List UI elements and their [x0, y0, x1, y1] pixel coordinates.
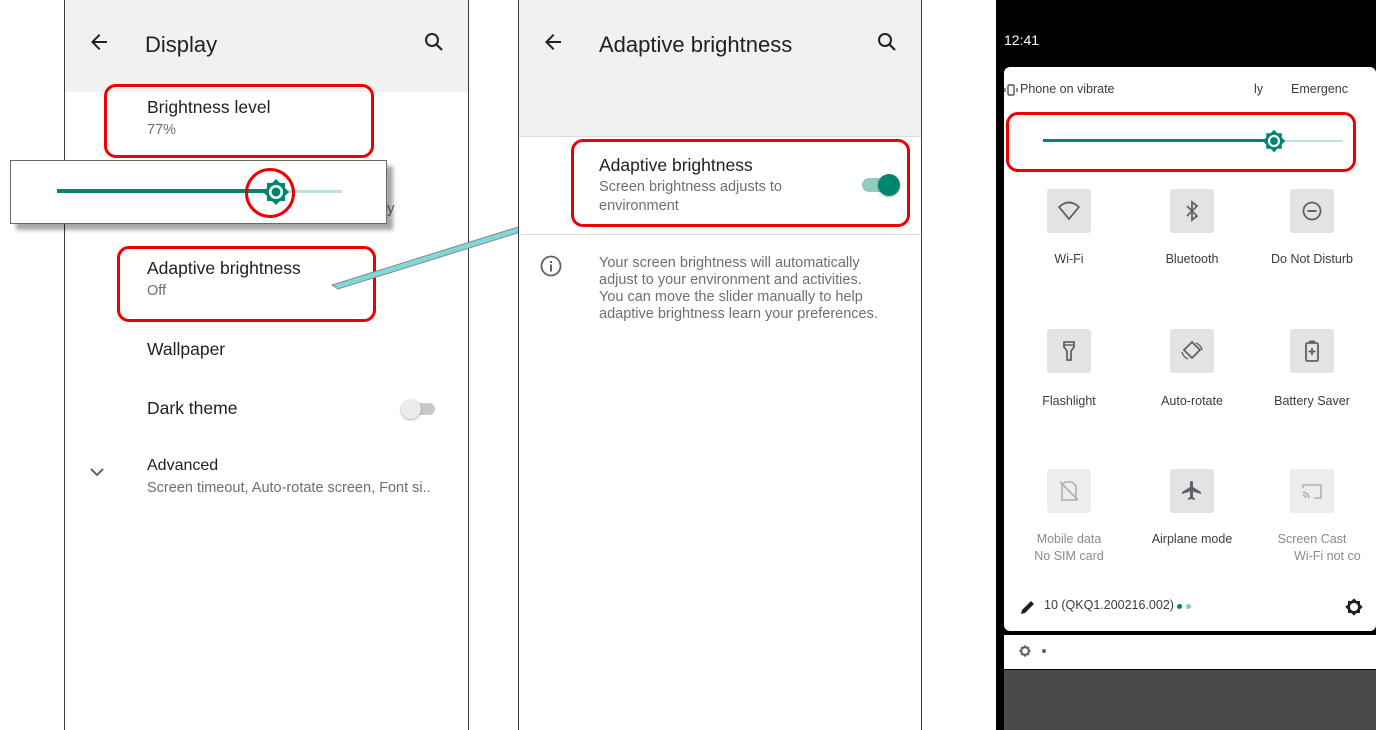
auto-rotate-icon [1181, 340, 1203, 360]
bluetooth-tile[interactable] [1170, 189, 1214, 233]
wifi-icon [1057, 201, 1081, 221]
airplane-mode-tile[interactable] [1170, 469, 1214, 513]
adaptive-brightness-toggle[interactable] [862, 174, 902, 196]
info-line-3: You can move the slider manually to help [599, 289, 863, 305]
advanced-subtitle: Screen timeout, Auto-rotate screen, Font… [147, 480, 431, 496]
quick-settings-screen: 12:41 Phone on vibrate ly Emergenc Wi-Fi… [996, 0, 1376, 730]
search-icon[interactable] [875, 30, 899, 54]
vibrate-icon [1004, 84, 1018, 96]
battery-saver-icon [1305, 340, 1319, 362]
adaptive-row-sub-2: environment [599, 198, 679, 214]
notification-gear-icon [1018, 644, 1032, 658]
info-icon [540, 255, 562, 277]
status-time: 12:41 [1004, 32, 1040, 48]
back-arrow-icon[interactable] [541, 30, 565, 54]
annotation-slider-thumb [245, 168, 295, 218]
display-settings-screen: Display Brightness level 77% y Adaptive … [64, 0, 469, 730]
mobile-data-label: Mobile data [1036, 532, 1102, 546]
info-line-1: Your screen brightness will automaticall… [599, 255, 860, 271]
wifi-label: Wi-Fi [1054, 252, 1084, 266]
edit-pencil-icon[interactable] [1018, 597, 1038, 617]
back-arrow-icon[interactable] [87, 30, 111, 54]
advanced-title: Advanced [147, 457, 219, 474]
notification-dot [1042, 649, 1046, 653]
dnd-label: Do Not Disturb [1271, 252, 1353, 266]
bluetooth-label: Bluetooth [1165, 252, 1219, 266]
emergency-fragment-1: ly [1254, 82, 1264, 96]
info-line-4: adaptive brightness learn your preferenc… [599, 306, 878, 322]
qs-brightness-slider[interactable] [1043, 128, 1343, 154]
brightness-slider[interactable] [57, 179, 342, 205]
autorotate-tile[interactable] [1170, 329, 1214, 373]
do-not-disturb-icon [1302, 201, 1322, 221]
wallpaper-item[interactable]: Wallpaper [147, 339, 225, 360]
adaptive-row-title: Adaptive brightness [599, 155, 753, 175]
brightness-level-value: 77% [147, 122, 177, 138]
mobile-data-sublabel: No SIM card [1034, 549, 1104, 563]
slider-track-active [57, 189, 276, 193]
info-line-2: adjust to your environment and activitie… [599, 272, 862, 288]
chevron-down-icon[interactable] [87, 465, 107, 481]
emergency-fragment-2[interactable]: Emergenc [1291, 82, 1348, 96]
adaptive-app-bar: Adaptive brightness [519, 0, 921, 92]
display-app-bar: Display [65, 0, 468, 92]
divider [519, 234, 921, 235]
brightness-level-title: Brightness level [147, 97, 271, 117]
adaptive-brightness-value: Off [147, 283, 167, 299]
vibrate-label: Phone on vibrate [1020, 82, 1115, 96]
page-dot-active [1177, 604, 1182, 609]
slider-track-active [1043, 139, 1274, 142]
autorotate-label: Auto-rotate [1161, 394, 1223, 408]
screen-cast-tile[interactable] [1290, 469, 1334, 513]
page-dot [1186, 604, 1191, 609]
brightness-thumb-icon[interactable] [1261, 128, 1287, 154]
adaptive-brightness-title: Adaptive brightness [147, 258, 301, 278]
mobile-data-tile[interactable] [1047, 469, 1091, 513]
header-band [519, 92, 921, 137]
dark-theme-toggle[interactable] [401, 399, 439, 419]
cast-icon [1302, 484, 1322, 499]
airplane-mode-label: Airplane mode [1151, 532, 1233, 546]
wifi-tile[interactable] [1047, 189, 1091, 233]
page-title: Display [145, 32, 218, 57]
flashlight-label: Flashlight [1042, 394, 1096, 408]
build-number: 10 (QKQ1.200216.002) [1044, 598, 1174, 612]
adaptive-row-sub-1: Screen brightness adjusts to [599, 179, 782, 195]
bottom-scrim [1004, 670, 1376, 730]
no-sim-icon [1059, 481, 1079, 501]
settings-gear-icon[interactable] [1344, 597, 1364, 617]
screen-cast-sublabel: Wi-Fi not co [1294, 549, 1361, 563]
screen-cast-label: Screen Cast [1277, 532, 1347, 546]
adaptive-brightness-screen: Adaptive brightness Adaptive brightness … [518, 0, 922, 730]
page-title: Adaptive brightness [599, 32, 793, 57]
notification-strip [1004, 635, 1376, 669]
dnd-tile[interactable] [1290, 189, 1334, 233]
airplane-icon [1182, 481, 1201, 500]
flashlight-icon [1063, 341, 1075, 361]
battery-saver-label: Battery Saver [1274, 394, 1350, 408]
search-icon[interactable] [422, 30, 446, 54]
flashlight-tile[interactable] [1047, 329, 1091, 373]
dark-theme-item[interactable]: Dark theme [147, 398, 237, 419]
bluetooth-icon [1186, 200, 1199, 222]
battery-saver-tile[interactable] [1290, 329, 1334, 373]
